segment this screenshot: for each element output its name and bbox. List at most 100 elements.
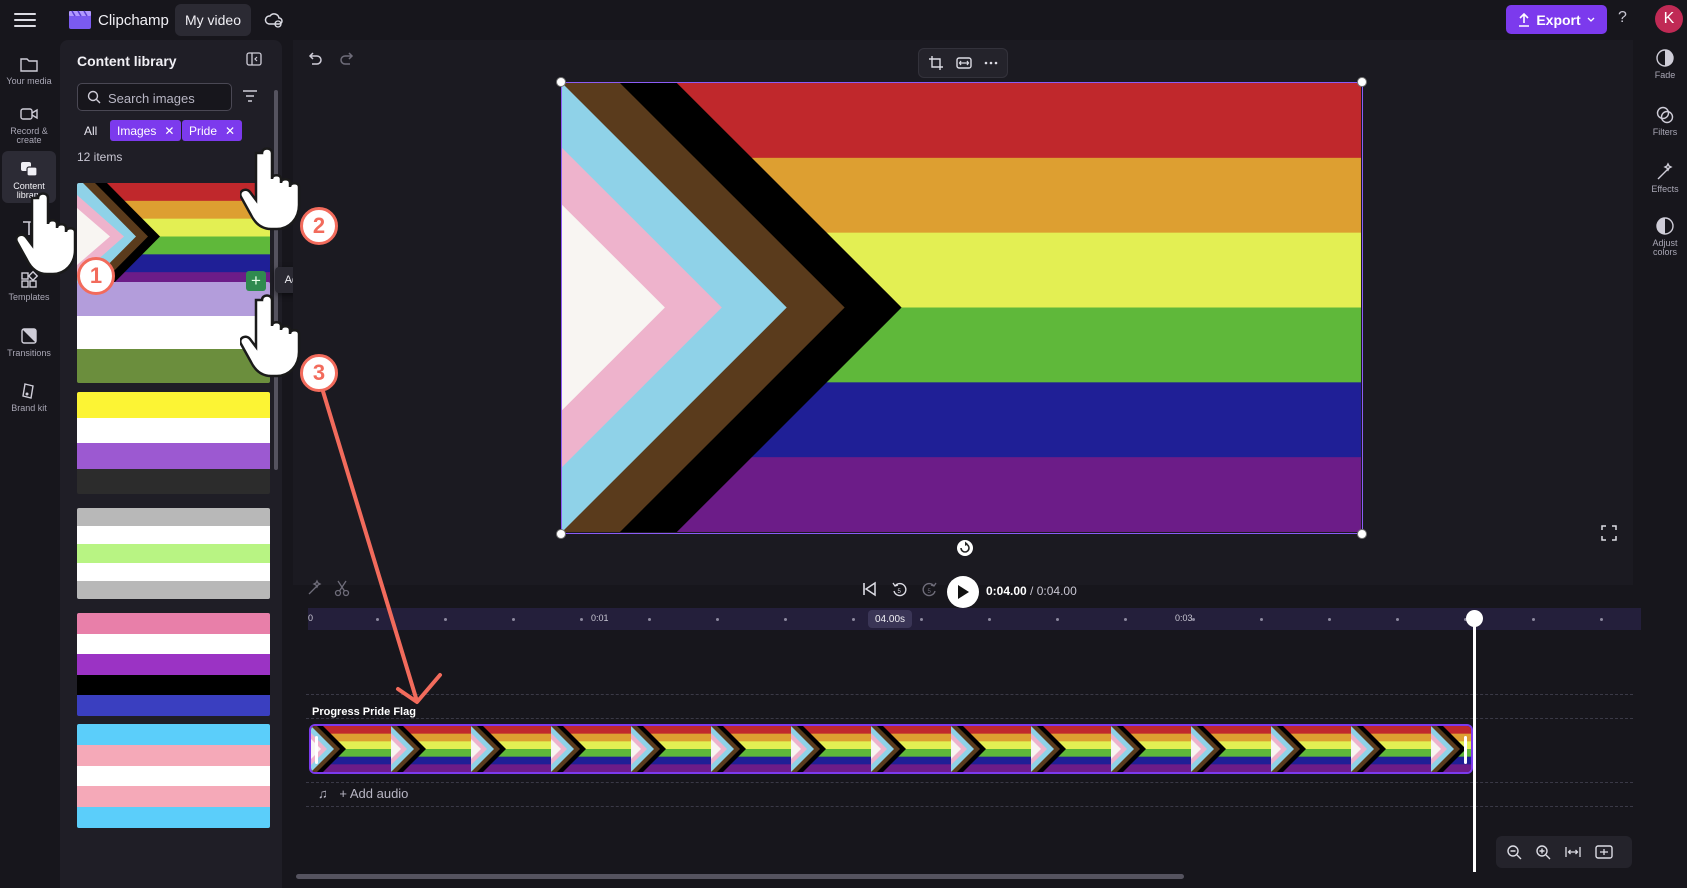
right-rail-adjust-colors[interactable]: Adjust colors — [1640, 216, 1687, 264]
flag-stripe — [77, 786, 270, 808]
rail-item-content-library[interactable]: Content library — [2, 151, 56, 203]
fullscreen-icon[interactable] — [1600, 524, 1618, 542]
right-rail-effects[interactable]: Effects — [1640, 162, 1687, 210]
undo-icon[interactable] — [303, 48, 325, 70]
clip-frame — [1191, 726, 1271, 772]
preview-canvas[interactable] — [561, 82, 1363, 534]
clip-frame — [1351, 726, 1431, 772]
clip-label: Progress Pride Flag — [312, 706, 416, 718]
export-button[interactable]: Export — [1506, 5, 1607, 34]
zoom-out-icon[interactable] — [1506, 844, 1522, 860]
templates-icon — [21, 270, 39, 288]
clipchamp-editor: Clipchamp My video Export ? K Your media… — [0, 0, 1687, 888]
ruler-tick — [1328, 618, 1331, 621]
clip-filmstrip — [311, 726, 1471, 772]
app-name: Clipchamp — [98, 12, 169, 29]
redo-icon[interactable] — [337, 48, 359, 70]
ruler-tick — [920, 618, 923, 621]
flag-stripe — [77, 724, 270, 745]
fade-icon — [1656, 49, 1674, 67]
clip-trim-handle-right[interactable] — [1464, 736, 1467, 764]
add-audio-row[interactable]: ♫ + Add audio — [318, 786, 408, 801]
ruler-tick — [1600, 618, 1603, 621]
thumbnail-nonbinary[interactable] — [77, 392, 270, 494]
rail-item-brand-kit[interactable]: Brand kit — [2, 373, 56, 423]
rail-label: Your media — [6, 76, 52, 86]
right-rail-filters[interactable]: Filters — [1640, 105, 1687, 153]
chip-label: Pride — [189, 123, 218, 138]
skip-back-icon[interactable] — [861, 581, 877, 597]
forward-5-icon[interactable]: 5 — [921, 581, 938, 598]
thumbnail-agender[interactable] — [77, 508, 270, 599]
chip-all[interactable]: All — [84, 124, 97, 138]
project-title[interactable]: My video — [175, 4, 251, 36]
timeline-ruler[interactable]: 0 0:01 0:03 — [308, 608, 1641, 630]
clip-frame — [1031, 726, 1111, 772]
clip-trim-handle-left[interactable] — [315, 736, 318, 764]
resize-handle-bl[interactable] — [556, 529, 566, 539]
zoom-in-icon[interactable] — [1535, 844, 1551, 860]
fit-icon[interactable] — [956, 55, 972, 71]
flag-stripe — [77, 562, 270, 581]
help-icon[interactable]: ? — [1618, 9, 1627, 27]
cloud-sync-icon[interactable] — [264, 10, 284, 30]
brand-kit-icon — [22, 383, 34, 399]
rewind-5-icon[interactable]: 5 — [891, 581, 908, 598]
ruler-tick — [1124, 618, 1127, 621]
playhead-handle[interactable] — [1466, 610, 1483, 627]
preview-toolbar — [918, 48, 1008, 78]
flag-stripe — [77, 633, 270, 655]
ruler-tick — [988, 618, 991, 621]
more-options-icon[interactable] — [983, 55, 999, 71]
tick-label: 0 — [308, 613, 314, 623]
upload-icon — [1519, 12, 1530, 27]
fit-timeline-icon[interactable] — [1565, 844, 1581, 860]
close-icon[interactable]: ✕ — [225, 124, 235, 138]
text-track-guide — [306, 694, 1633, 695]
menu-icon[interactable] — [14, 10, 36, 30]
rotate-icon[interactable] — [956, 539, 974, 557]
resize-handle-br[interactable] — [1357, 529, 1367, 539]
ruler-tick — [716, 618, 719, 621]
avatar[interactable]: K — [1655, 5, 1683, 33]
add-to-timeline-button[interactable]: + — [246, 271, 266, 291]
play-icon — [958, 585, 969, 599]
rail-item-record-create[interactable]: Record & create — [2, 96, 56, 146]
search-box — [77, 83, 232, 111]
audio-track-guide-top — [306, 782, 1633, 783]
chip-images[interactable]: Images ✕ — [110, 120, 182, 141]
crop-icon[interactable] — [928, 55, 944, 71]
tick-label: 0:01 — [591, 613, 609, 623]
thumbnail-transgender[interactable] — [77, 724, 270, 828]
magic-icon[interactable] — [306, 579, 324, 597]
rail-item-templates[interactable]: Templates — [2, 262, 56, 312]
ruler-tick — [648, 618, 651, 621]
ruler-tick — [512, 618, 515, 621]
timeline-view-icon[interactable] — [1595, 844, 1613, 860]
thumbnail-genderqueer[interactable] — [77, 282, 270, 383]
right-rail-fade[interactable]: Fade — [1640, 48, 1687, 96]
resize-handle-tl[interactable] — [556, 77, 566, 87]
thumbnail-asexual[interactable] — [77, 613, 270, 716]
audio-track-guide-bottom — [306, 806, 1633, 807]
clip-frame — [311, 726, 391, 772]
collapse-panel-icon[interactable] — [246, 52, 262, 66]
chip-pride[interactable]: Pride ✕ — [182, 120, 243, 141]
filter-icon[interactable] — [242, 88, 258, 104]
rail-item-your-media[interactable]: Your media — [2, 46, 56, 96]
flag-stripe — [77, 744, 270, 766]
search-input[interactable] — [108, 88, 228, 108]
resize-handle-tr[interactable] — [1357, 77, 1367, 87]
flag-stripe — [77, 807, 270, 828]
timeline-clip[interactable] — [309, 724, 1473, 774]
top-bar: Clipchamp My video Export ? K — [0, 0, 1687, 40]
search-icon — [87, 90, 101, 104]
rail-item-transitions[interactable]: Transitions — [2, 318, 56, 368]
timeline-scrollbar[interactable] — [296, 874, 1184, 879]
rail-item-text[interactable] — [2, 210, 56, 260]
split-icon[interactable] — [333, 579, 351, 597]
close-icon[interactable]: ✕ — [164, 124, 174, 138]
playhead-line[interactable] — [1473, 618, 1476, 872]
play-button[interactable] — [947, 576, 979, 608]
effects-icon — [1657, 162, 1673, 180]
